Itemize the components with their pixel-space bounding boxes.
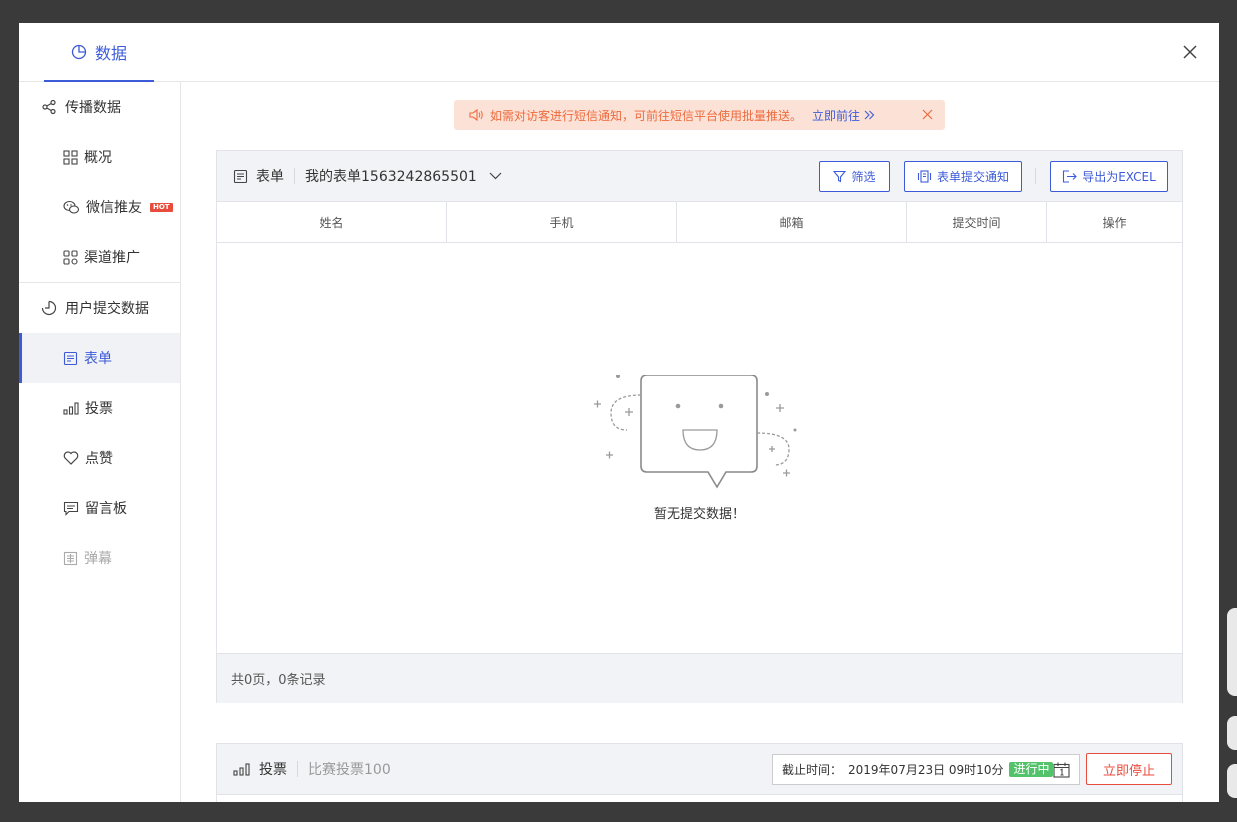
- sidebar-item-label: 投票: [85, 401, 113, 417]
- clock-chart-icon: [41, 300, 57, 316]
- bar-chart-icon: [233, 763, 250, 776]
- status-badge: 进行中: [1009, 762, 1054, 777]
- sidebar-item-label: 概况: [84, 150, 112, 166]
- export-excel-button[interactable]: 导出为EXCEL: [1050, 161, 1168, 192]
- sidebar: 传播数据 概况 微信推友 HOT 渠道推广 用户提交数据 表单 投票 点赞 留言…: [19, 82, 181, 802]
- form-panel: 表单 我的表单1563242865501 筛选 表单提交通知 导出为EXCEL …: [216, 150, 1183, 703]
- hot-badge: HOT: [150, 202, 173, 212]
- submit-notify-label: 表单提交通知: [936, 170, 1009, 184]
- sms-notice-banner: 如需对访客进行短信通知，可前往短信平台使用批量推送。 立即前往: [454, 100, 945, 130]
- stop-now-button[interactable]: 立即停止: [1086, 753, 1172, 785]
- pagination-summary: 共0页，0条记录: [217, 653, 1182, 703]
- content-area: 如需对访客进行短信通知，可前往短信平台使用批量推送。 立即前往 表单 我的表单1…: [182, 82, 1219, 802]
- modal-header: 数据: [19, 23, 1219, 82]
- submit-notify-button[interactable]: 表单提交通知: [904, 161, 1022, 192]
- notice-link-label: 立即前往: [812, 108, 861, 123]
- danmu-icon: [63, 551, 78, 565]
- export-icon: [1063, 170, 1077, 183]
- notify-icon: [917, 170, 932, 183]
- column-header: 手机: [447, 202, 677, 242]
- edge-widget: [1227, 764, 1237, 798]
- sidebar-group-spread: 传播数据: [19, 82, 180, 132]
- form-selector[interactable]: 我的表单1563242865501: [305, 166, 502, 186]
- deadline-field[interactable]: 截止时间： 2019年07月23日 09时10分 进行中: [772, 754, 1080, 785]
- wechat-icon: [63, 200, 80, 214]
- vote-panel: 投票 比赛投票100 截止时间： 2019年07月23日 09时10分 进行中 …: [216, 743, 1183, 802]
- table-empty-state: 暂无提交数据！: [217, 243, 1182, 653]
- filter-button-label: 筛选: [851, 170, 876, 184]
- chevron-down-icon: [489, 172, 502, 180]
- form-icon: [233, 169, 248, 183]
- tab-data-label: 数据: [94, 43, 127, 63]
- empty-state-text: 暂无提交数据！: [653, 507, 745, 522]
- channel-icon: [63, 249, 78, 265]
- sidebar-item-vote[interactable]: 投票: [19, 383, 180, 433]
- selected-form-label: 我的表单1563242865501: [305, 169, 477, 185]
- double-chevron-right-icon: [864, 110, 875, 119]
- form-icon: [63, 351, 78, 365]
- sidebar-item-label: 点赞: [85, 451, 113, 467]
- divider: [297, 761, 298, 777]
- panel-title: 表单: [233, 166, 284, 186]
- empty-face-illustration: [594, 375, 797, 489]
- vote-name: 比赛投票100: [308, 762, 391, 778]
- data-modal: 数据 传播数据 概况 微信推友 HOT 渠道推广 用户提交数据 表单 投票 点赞…: [19, 23, 1219, 802]
- sidebar-item-label: 微信推友: [86, 200, 142, 216]
- sidebar-group-submissions: 用户提交数据: [19, 283, 180, 333]
- notice-text: 如需对访客进行短信通知，可前往短信平台使用批量推送。: [490, 108, 803, 123]
- bar-chart-icon: [63, 402, 79, 415]
- filter-button[interactable]: 筛选: [819, 161, 890, 192]
- sidebar-item-wechat[interactable]: 微信推友 HOT: [19, 182, 180, 232]
- sidebar-item-overview[interactable]: 概况: [19, 132, 180, 182]
- column-header: 邮箱: [677, 202, 907, 242]
- close-icon[interactable]: [922, 109, 933, 120]
- column-header: 提交时间: [907, 202, 1047, 242]
- column-header: 操作: [1102, 215, 1127, 230]
- calendar-icon: [1053, 762, 1070, 778]
- speaker-icon: [469, 108, 483, 122]
- divider: [1035, 168, 1036, 184]
- panel-title: 投票: [233, 759, 287, 779]
- panel-title-label: 表单: [256, 169, 284, 185]
- sidebar-item-form[interactable]: 表单: [19, 333, 180, 383]
- export-excel-label: 导出为EXCEL: [1082, 170, 1156, 184]
- vote-panel-header: 投票 比赛投票100 截止时间： 2019年07月23日 09时10分 进行中 …: [217, 744, 1182, 795]
- deadline-value: 2019年07月23日 09时10分: [848, 763, 1004, 777]
- close-icon[interactable]: [1181, 43, 1199, 61]
- sidebar-group-label: 传播数据: [65, 100, 121, 116]
- edge-widget: [1227, 608, 1237, 696]
- panel-title-label: 投票: [259, 762, 287, 778]
- sidebar-item-label: 表单: [84, 351, 112, 367]
- sidebar-item-message-board[interactable]: 留言板: [19, 483, 180, 533]
- table-header: 姓名 手机 邮箱 提交时间 操作: [217, 202, 1182, 243]
- divider: [294, 168, 295, 184]
- form-panel-header: 表单 我的表单1563242865501 筛选 表单提交通知 导出为EXCEL: [217, 151, 1182, 202]
- sidebar-item-channel[interactable]: 渠道推广: [19, 232, 180, 282]
- sidebar-item-label: 弹幕: [84, 551, 112, 567]
- sidebar-item-danmu[interactable]: 弹幕: [19, 533, 180, 583]
- sidebar-item-label: 渠道推广: [84, 250, 140, 266]
- tab-data[interactable]: 数据: [44, 23, 154, 82]
- deadline-label: 截止时间：: [782, 763, 843, 777]
- sidebar-item-label: 留言板: [85, 501, 127, 517]
- sidebar-group-label: 用户提交数据: [65, 301, 149, 317]
- edge-widget: [1227, 716, 1237, 750]
- pie-chart-icon: [71, 44, 87, 59]
- share-icon: [42, 99, 56, 115]
- sidebar-item-like[interactable]: 点赞: [19, 433, 180, 483]
- column-header: 姓名: [217, 202, 447, 242]
- heart-icon: [63, 451, 79, 465]
- message-board-icon: [63, 501, 79, 516]
- filter-icon: [833, 170, 847, 183]
- notice-go-link[interactable]: 立即前往: [812, 107, 875, 124]
- grid-icon: [63, 149, 78, 165]
